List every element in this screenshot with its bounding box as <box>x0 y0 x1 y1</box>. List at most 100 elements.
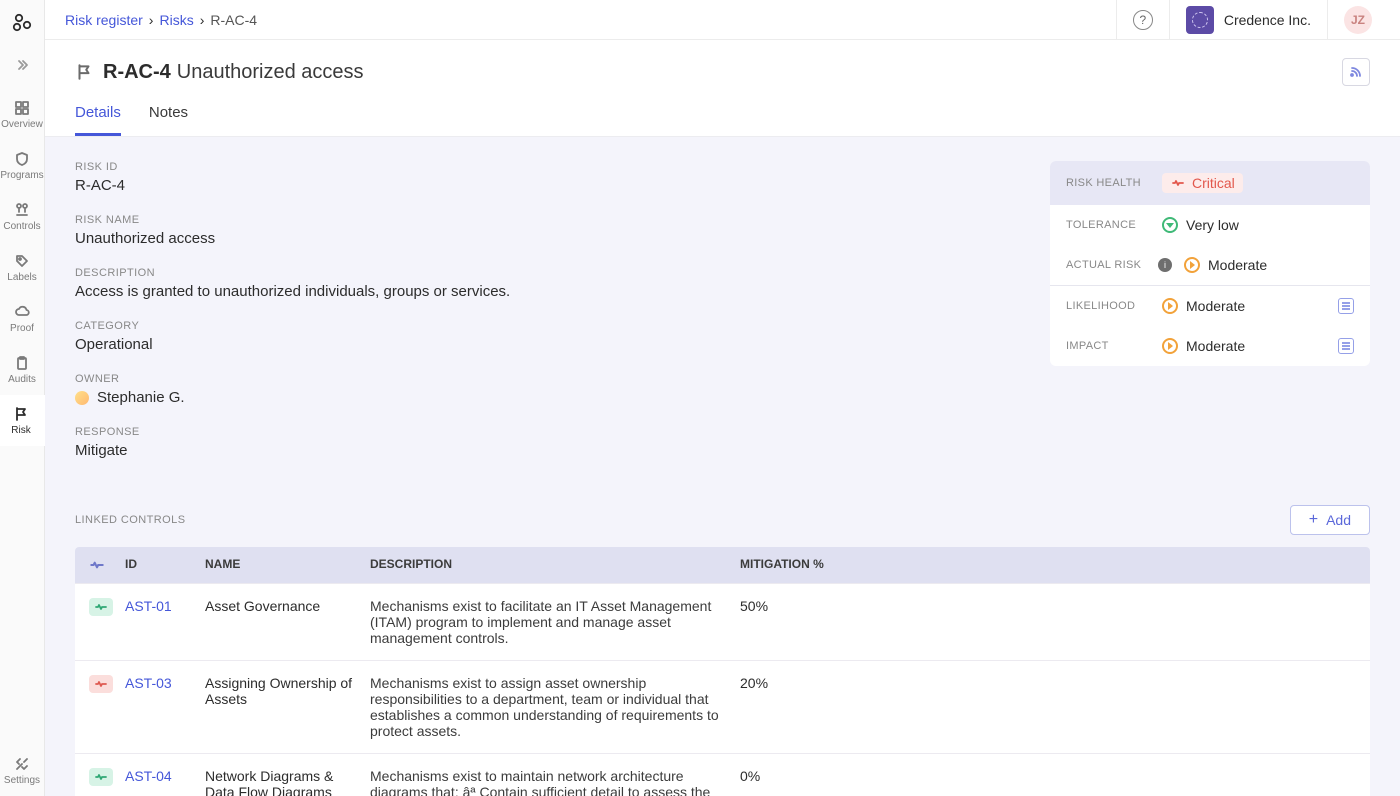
page-title-id: R-AC-4 <box>103 61 171 84</box>
brand-logo <box>9 10 35 36</box>
table-row[interactable]: AST-04 Network Diagrams & Data Flow Diagr… <box>75 753 1370 796</box>
stat-label-likelihood: LIKELIHOOD <box>1066 300 1156 312</box>
content-area: RISK ID R-AC-4 RISK NAME Unauthorized ac… <box>45 137 1400 796</box>
chevron-right-icon: › <box>200 12 205 28</box>
field-label-owner: OWNER <box>75 373 1030 385</box>
col-header-desc: DESCRIPTION <box>370 557 740 573</box>
nav-label: Audits <box>8 374 36 385</box>
linked-controls-table: ID NAME DESCRIPTION MITIGATION % AST-01A… <box>75 547 1370 796</box>
nav-programs[interactable]: Programs <box>0 140 45 191</box>
heartbeat-icon <box>1170 175 1186 191</box>
org-switcher[interactable]: Credence Inc. <box>1169 0 1327 39</box>
details-left-column: RISK ID R-AC-4 RISK NAME Unauthorized ac… <box>75 161 1030 479</box>
field-value-description: Access is granted to unauthorized indivi… <box>75 283 1030 300</box>
col-header-id: ID <box>125 557 205 573</box>
tab-details[interactable]: Details <box>75 104 121 136</box>
tolerance-value: Very low <box>1186 217 1239 233</box>
field-label-response: RESPONSE <box>75 426 1030 438</box>
table-row[interactable]: AST-03Assigning Ownership of AssetsMecha… <box>75 660 1370 753</box>
add-linked-control-button[interactable]: + Add <box>1290 505 1370 535</box>
expand-sidebar-button[interactable] <box>0 50 45 89</box>
nav-label: Risk <box>11 425 30 436</box>
control-id-link[interactable]: AST-01 <box>125 598 172 614</box>
nav-settings[interactable]: Settings <box>0 745 45 796</box>
help-button[interactable]: ? <box>1133 10 1153 30</box>
field-label-description: DESCRIPTION <box>75 267 1030 279</box>
breadcrumb: Risk register › Risks › R-AC-4 <box>65 12 257 28</box>
edit-likelihood-button[interactable] <box>1338 298 1354 314</box>
risk-stats-card: RISK HEALTH Critical TOLERANCE Very low <box>1050 161 1370 366</box>
stat-label-impact: IMPACT <box>1066 340 1156 352</box>
nav-labels[interactable]: Labels <box>0 242 45 293</box>
field-label-category: CATEGORY <box>75 320 1030 332</box>
field-label-risk-name: RISK NAME <box>75 214 1030 226</box>
nav-audits[interactable]: Audits <box>0 344 45 395</box>
field-value-category: Operational <box>75 336 1030 353</box>
stat-row-tolerance: TOLERANCE Very low <box>1050 205 1370 245</box>
health-chip-icon <box>89 675 113 693</box>
control-name: Asset Governance <box>205 598 370 614</box>
shield-icon <box>13 150 31 168</box>
clipboard-icon <box>13 354 31 372</box>
linked-controls-header: LINKED CONTROLS + Add <box>75 505 1370 535</box>
level-right-icon <box>1162 298 1178 314</box>
level-right-icon <box>1162 338 1178 354</box>
control-mitigation: 20% <box>740 675 840 691</box>
actual-risk-value: Moderate <box>1208 257 1267 273</box>
nav-label: Controls <box>3 221 40 232</box>
controls-icon <box>13 201 31 219</box>
tag-icon <box>13 252 31 270</box>
breadcrumb-root-link[interactable]: Risk register <box>65 12 143 28</box>
table-header-row: ID NAME DESCRIPTION MITIGATION % <box>75 547 1370 583</box>
nav-overview[interactable]: Overview <box>0 89 45 140</box>
stat-row-impact: IMPACT Moderate <box>1050 326 1370 366</box>
col-header-mitigation: MITIGATION % <box>740 557 840 573</box>
owner-avatar-icon <box>75 391 89 405</box>
tabs: Details Notes <box>45 86 1400 137</box>
org-name: Credence Inc. <box>1224 12 1311 28</box>
nav-label: Labels <box>7 272 36 283</box>
feed-button[interactable] <box>1342 58 1370 86</box>
nav-label: Settings <box>4 775 40 786</box>
top-bar: Risk register › Risks › R-AC-4 ? Credenc… <box>45 0 1400 40</box>
cloud-icon <box>13 303 31 321</box>
breadcrumb-risks-link[interactable]: Risks <box>159 12 193 28</box>
grid-icon <box>13 99 31 117</box>
nav-proof[interactable]: Proof <box>0 293 45 344</box>
control-mitigation: 50% <box>740 598 840 614</box>
owner-name: Stephanie G. <box>97 389 185 406</box>
likelihood-value: Moderate <box>1186 298 1245 314</box>
org-logo-icon <box>1186 6 1214 34</box>
control-name: Network Diagrams & Data Flow Diagrams (D… <box>205 768 370 796</box>
col-header-name: NAME <box>205 557 370 573</box>
field-value-owner: Stephanie G. <box>75 389 1030 406</box>
level-right-icon <box>1184 257 1200 273</box>
risk-health-badge: Critical <box>1162 173 1243 193</box>
nav-label: Programs <box>0 170 43 181</box>
control-id-link[interactable]: AST-04 <box>125 768 172 784</box>
side-nav: Overview Programs Controls Labels Proof … <box>0 0 45 796</box>
stat-label-actual-risk: ACTUAL RISK <box>1066 259 1156 271</box>
nav-risk[interactable]: Risk <box>0 395 45 446</box>
stat-row-actual-risk: ACTUAL RISK i Moderate <box>1050 245 1370 286</box>
flag-icon <box>12 405 30 423</box>
nav-controls[interactable]: Controls <box>0 191 45 242</box>
impact-value: Moderate <box>1186 338 1245 354</box>
plus-icon: + <box>1309 512 1318 528</box>
health-chip-icon <box>89 768 113 786</box>
edit-impact-button[interactable] <box>1338 338 1354 354</box>
control-description: Mechanisms exist to facilitate an IT Ass… <box>370 598 740 646</box>
field-value-risk-id: R-AC-4 <box>75 177 1030 194</box>
tab-notes[interactable]: Notes <box>149 104 188 136</box>
nav-label: Proof <box>10 323 34 334</box>
level-down-icon <box>1162 217 1178 233</box>
info-icon[interactable]: i <box>1158 258 1172 272</box>
user-avatar[interactable]: JZ <box>1344 6 1372 34</box>
linked-controls-label: LINKED CONTROLS <box>75 514 186 526</box>
stat-row-risk-health: RISK HEALTH Critical <box>1050 161 1370 205</box>
control-id-link[interactable]: AST-03 <box>125 675 172 691</box>
control-description: Mechanisms exist to assign asset ownersh… <box>370 675 740 739</box>
field-value-risk-name: Unauthorized access <box>75 230 1030 247</box>
health-chip-icon <box>89 598 113 616</box>
table-row[interactable]: AST-01 Asset GovernanceMechanisms exist t… <box>75 583 1370 660</box>
